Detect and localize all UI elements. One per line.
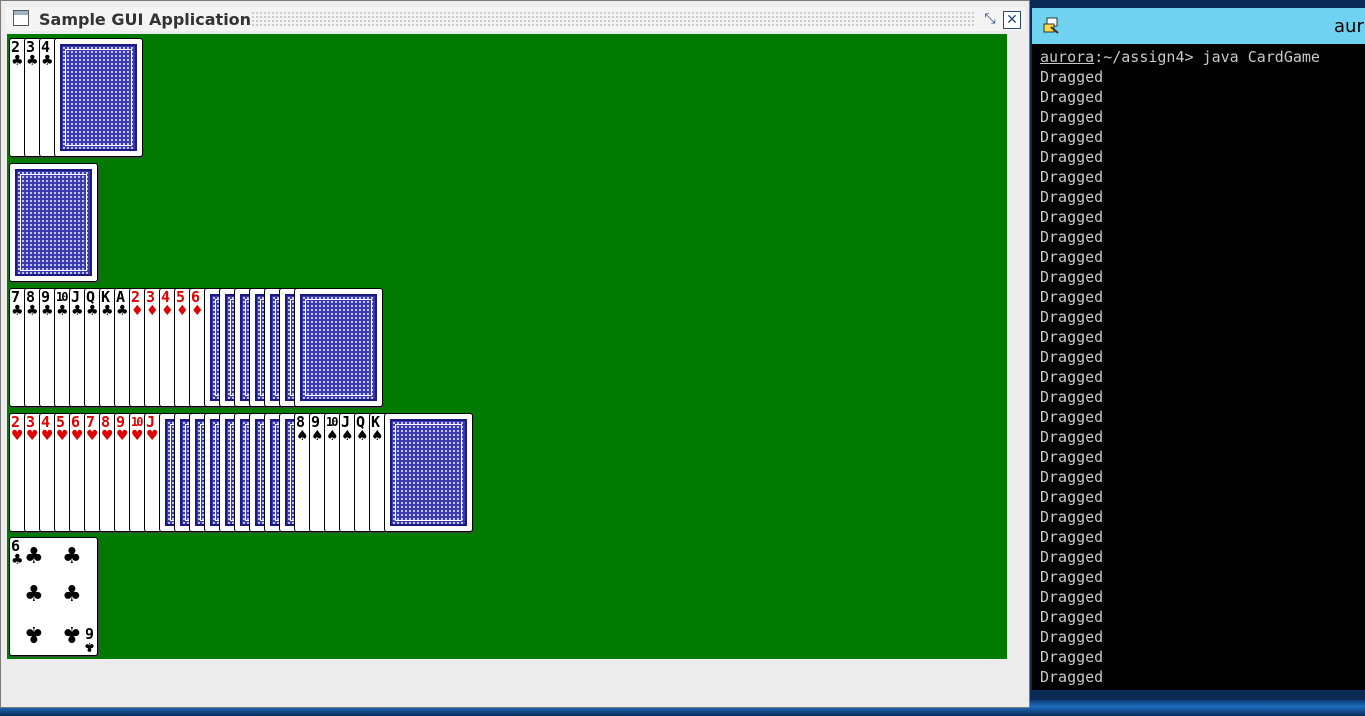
card-suit: ♦ xyxy=(191,303,204,319)
terminal-line: Dragged xyxy=(1040,408,1104,426)
terminal-line: Dragged xyxy=(1040,208,1104,226)
putty-icon xyxy=(1043,17,1059,34)
card-suit: ♣ xyxy=(11,552,24,568)
terminal-line: Dragged xyxy=(1040,288,1104,306)
card-suit: ♥ xyxy=(41,428,54,444)
terminal-line: Dragged xyxy=(1040,88,1104,106)
terminal-line: Dragged xyxy=(1040,648,1104,666)
terminal-line: Dragged xyxy=(1040,148,1104,166)
terminal-line: Dragged xyxy=(1040,368,1104,386)
card-suit: ♣ xyxy=(41,53,54,69)
card-suit: ♥ xyxy=(86,428,99,444)
terminal-window: aur aurora:~/assign4> java CardGame Drag… xyxy=(1032,8,1365,690)
terminal-title: aur xyxy=(1334,16,1364,37)
terminal-line: Dragged xyxy=(1040,528,1104,546)
restore-icon[interactable]: ⤡ xyxy=(981,11,999,29)
java-window: Sample GUI Application ⤡ ✕ 2 ♣ 3 ♣ 4 ♣ 7 ♣ 8 ♣ 9 ♣ 1… xyxy=(0,0,1030,708)
card-back[interactable] xyxy=(384,413,473,532)
terminal-line: Dragged xyxy=(1040,608,1104,626)
card-suit: ♠ xyxy=(356,428,369,444)
terminal-line: Dragged xyxy=(1040,348,1104,366)
prompt-command: :~/assign4> java CardGame xyxy=(1094,48,1320,66)
card-suit: ♣ xyxy=(101,303,114,319)
card-suit: ♥ xyxy=(56,428,69,444)
playing-card[interactable]: 6 ♣ ♣ ♣ ♣ ♣ ♣ ♣ ♣ 6 xyxy=(9,537,98,656)
club-pip: ♣ xyxy=(24,544,44,569)
card-suit: ♣ xyxy=(11,303,24,319)
card-back[interactable] xyxy=(294,288,383,407)
card-suit: ♣ xyxy=(56,303,69,319)
card-suit: ♣ xyxy=(41,303,54,319)
titlebar-grip[interactable] xyxy=(251,11,975,27)
terminal-output[interactable]: aurora:~/assign4> java CardGame Dragged … xyxy=(1040,47,1362,687)
card-suit: ♠ xyxy=(341,428,354,444)
card-suit: ♥ xyxy=(101,428,114,444)
card-suit: ♦ xyxy=(146,303,159,319)
club-pip: ♣ xyxy=(24,582,44,607)
terminal-line: Dragged xyxy=(1040,188,1104,206)
terminal-titlebar[interactable]: aur xyxy=(1032,8,1365,44)
club-pip: ♣ xyxy=(24,621,44,646)
terminal-line: Dragged xyxy=(1040,508,1104,526)
card-suit: ♦ xyxy=(176,303,189,319)
terminal-line: Dragged xyxy=(1040,488,1104,506)
card-suit: ♥ xyxy=(116,428,129,444)
card-suit: ♦ xyxy=(161,303,174,319)
terminal-line: Dragged xyxy=(1040,628,1104,646)
window-title: Sample GUI Application xyxy=(39,10,252,29)
terminal-line: Dragged xyxy=(1040,328,1104,346)
terminal-line: Dragged xyxy=(1040,108,1104,126)
window-titlebar[interactable]: Sample GUI Application ⤡ ✕ xyxy=(5,7,1025,31)
card-table: 2 ♣ 3 ♣ 4 ♣ 7 ♣ 8 ♣ 9 ♣ 10 ♣ J ♣ Q ♣ K ♣ A ♣ 2 ♦ 3 ♦ 4 ♦ 5 ♦ 6 ♦ 2 ♥ 3 ♥ 4 ♥ 5… xyxy=(7,34,1007,659)
terminal-line: Dragged xyxy=(1040,128,1104,146)
close-icon[interactable]: ✕ xyxy=(1003,11,1021,29)
card-suit: ♦ xyxy=(131,303,144,319)
prompt-host: aurora xyxy=(1040,48,1095,66)
card-suit: ♥ xyxy=(131,428,144,444)
terminal-line: Dragged xyxy=(1040,568,1104,586)
card-suit: ♣ xyxy=(11,53,24,69)
card-suit: ♣ xyxy=(71,303,84,319)
terminal-line: Dragged xyxy=(1040,548,1104,566)
club-pip: ♣ xyxy=(62,582,82,607)
card-suit: ♥ xyxy=(26,428,39,444)
terminal-line: Dragged xyxy=(1040,448,1104,466)
terminal-line: Dragged xyxy=(1040,68,1104,86)
card-suit: ♣ xyxy=(116,303,129,319)
terminal-line: Dragged xyxy=(1040,228,1104,246)
card-suit: ♠ xyxy=(311,428,324,444)
terminal-line: Dragged xyxy=(1040,388,1104,406)
terminal-line: Dragged xyxy=(1040,428,1104,446)
terminal-line: Dragged xyxy=(1040,168,1104,186)
terminal-line: Dragged xyxy=(1040,588,1104,606)
club-pip: ♣ xyxy=(62,544,82,569)
terminal-line: Dragged xyxy=(1040,248,1104,266)
terminal-line: Dragged xyxy=(1040,308,1104,326)
card-suit: ♥ xyxy=(146,428,159,444)
card-suit: ♥ xyxy=(71,428,84,444)
terminal-line: Dragged xyxy=(1040,668,1104,686)
terminal-line: Dragged xyxy=(1040,268,1104,286)
card-back[interactable] xyxy=(9,163,98,282)
card-corner-rank: ♣ 6 xyxy=(84,624,94,656)
card-suit: ♠ xyxy=(371,428,384,444)
card-suit: ♠ xyxy=(326,428,339,444)
card-back[interactable] xyxy=(54,38,143,157)
card-suit: ♥ xyxy=(11,428,24,444)
card-suit: ♣ xyxy=(86,303,99,319)
card-suit: ♣ xyxy=(26,53,39,69)
card-suit: ♣ xyxy=(26,303,39,319)
club-pip: ♣ xyxy=(62,621,82,646)
window-icon xyxy=(13,10,29,26)
terminal-line: Dragged xyxy=(1040,468,1104,486)
card-suit: ♠ xyxy=(296,428,309,444)
